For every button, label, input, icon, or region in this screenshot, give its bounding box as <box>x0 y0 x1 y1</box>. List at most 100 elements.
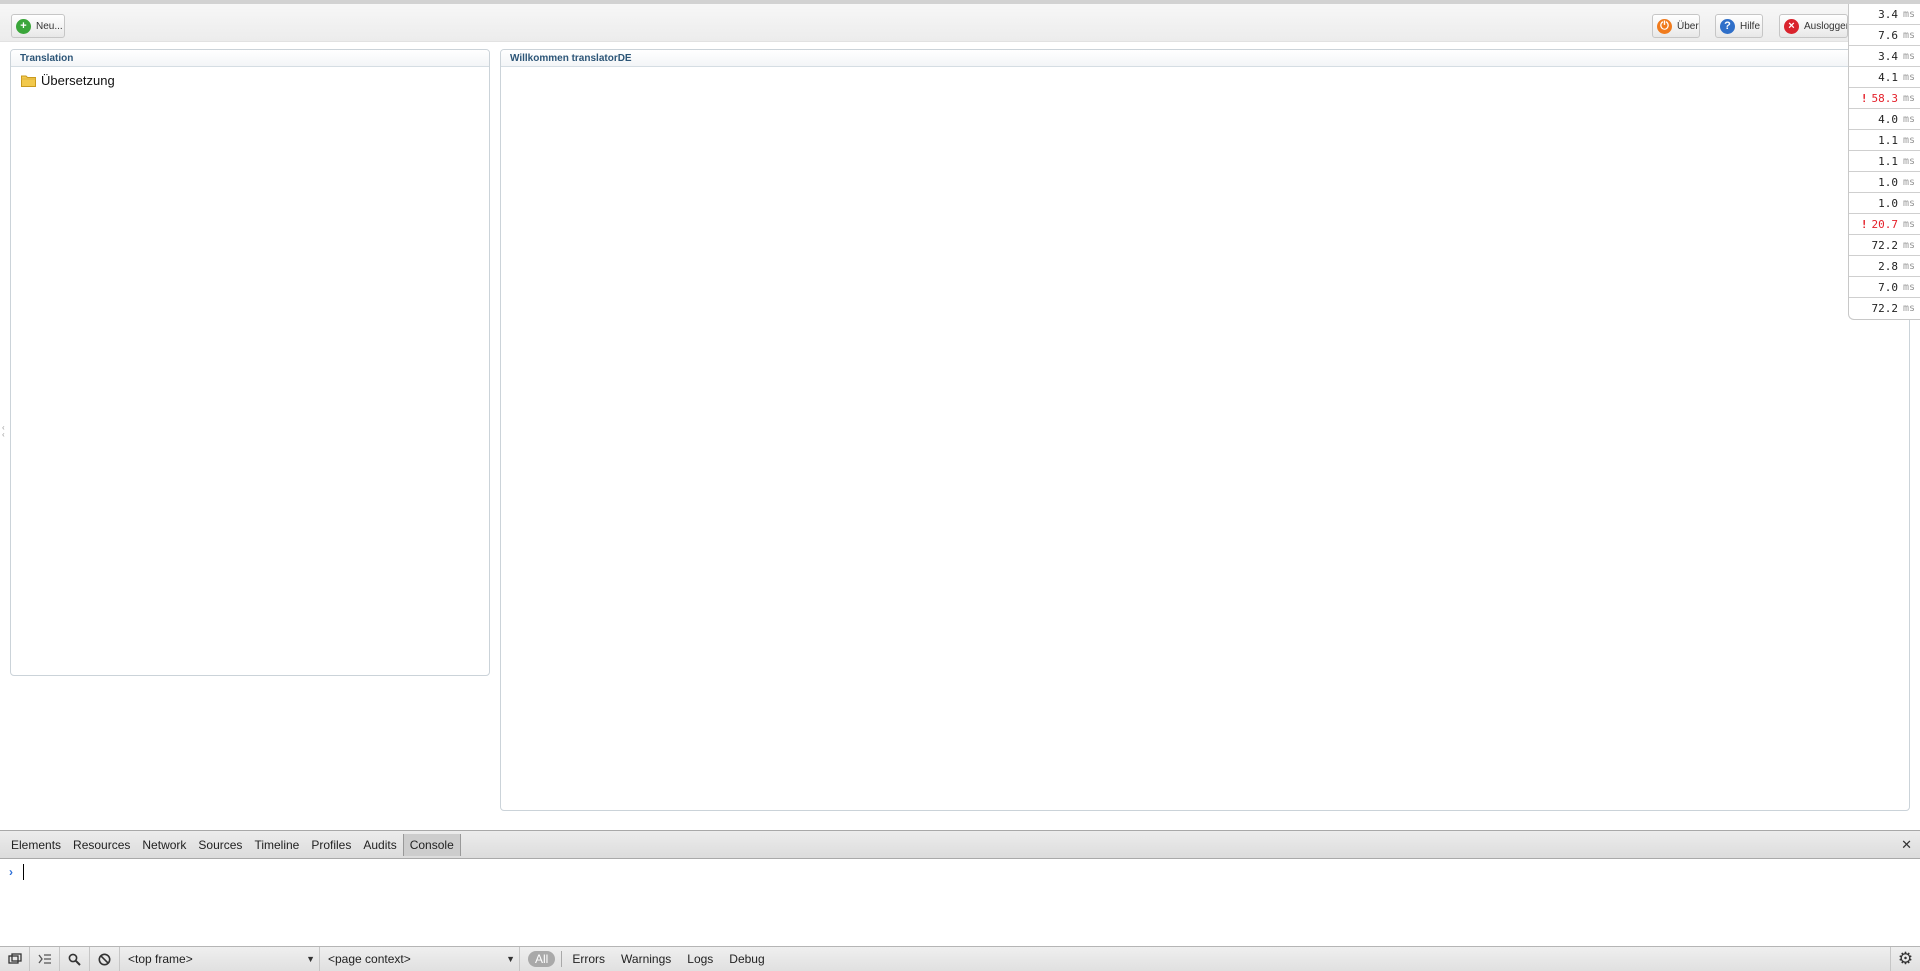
tab-timeline[interactable]: Timeline <box>248 834 305 856</box>
timing-unit: ms <box>1902 8 1915 20</box>
devtools-tab-bar: Elements Resources Network Sources Timeline P… <box>0 831 1920 859</box>
timing-overlay: 3.4 ms 7.6 ms 3.4 ms 4.1 ms! 58.3 ms 4.0 ms 1.1 ms 1.1… <box>1848 4 1920 320</box>
add-icon: + <box>16 18 31 34</box>
timing-value: 72.2 <box>1871 238 1898 252</box>
clear-console-icon[interactable] <box>90 947 120 971</box>
console-caret <box>23 864 24 880</box>
timing-unit: ms <box>1902 281 1915 293</box>
timing-value: 3.4 <box>1878 49 1898 63</box>
timing-value: 20.7 <box>1871 217 1898 231</box>
tab-console[interactable]: Console <box>402 833 461 856</box>
timing-row: 1.0 ms <box>1849 193 1920 214</box>
timing-row: ! 58.3 ms <box>1849 88 1920 109</box>
welcome-panel: Willkommen translatorDE <box>500 49 1910 811</box>
power-icon: ⏻ <box>1657 18 1672 34</box>
logout-button-label: Ausloggen <box>1804 20 1848 32</box>
folder-icon <box>21 74 36 87</box>
timing-value: 1.1 <box>1878 133 1898 147</box>
help-button-label: Hilfe <box>1740 20 1761 32</box>
translation-panel-title: Translation <box>11 50 489 67</box>
timing-value: 2.8 <box>1878 259 1898 273</box>
timing-value: 1.1 <box>1878 154 1898 168</box>
timing-value: 7.0 <box>1878 280 1898 294</box>
dropdown-arrow-icon: ▼ <box>306 954 315 964</box>
collapse-handle[interactable]: ‹ ‹ <box>2 424 10 439</box>
context-select[interactable]: <page context> ▼ <box>320 947 520 971</box>
filter-errors[interactable]: Errors <box>564 952 613 966</box>
timing-value: 4.1 <box>1878 70 1898 84</box>
show-drawer-icon[interactable] <box>30 947 60 971</box>
top-toolbar: + Neu... ⏻ Über ? Hilfe × Ausloggen <box>0 0 1920 42</box>
timing-value: 72.2 <box>1871 302 1898 315</box>
warning-mark: ! <box>1860 91 1868 105</box>
warning-mark: ! <box>1860 217 1868 231</box>
timing-unit: ms <box>1902 303 1915 314</box>
console-filters: All Errors Warnings Logs Debug <box>520 951 773 967</box>
tab-sources[interactable]: Sources <box>192 834 248 856</box>
app-window: + Neu... ⏻ Über ? Hilfe × Ausloggen ‹ ‹ T… <box>0 0 1920 830</box>
dock-icon[interactable] <box>0 947 30 971</box>
filter-all[interactable]: All <box>528 951 556 967</box>
welcome-panel-title: Willkommen translatorDE <box>501 50 1909 67</box>
tree-item-uebersetzung[interactable]: Übersetzung <box>21 73 115 88</box>
filter-divider <box>561 951 563 967</box>
timing-unit: ms <box>1902 134 1915 146</box>
timing-unit: ms <box>1902 260 1915 272</box>
help-button[interactable]: ? Hilfe <box>1715 14 1763 38</box>
filter-warnings[interactable]: Warnings <box>613 952 679 966</box>
devtools-status-bar: <top frame> ▼ <page context> ▼ All Errors… <box>0 946 1920 971</box>
new-button-label: Neu... <box>36 20 63 32</box>
logout-button[interactable]: × Ausloggen <box>1779 14 1848 38</box>
frame-select[interactable]: <top frame> ▼ <box>120 947 320 971</box>
tab-resources[interactable]: Resources <box>67 834 136 856</box>
timing-row: 4.0 ms <box>1849 109 1920 130</box>
timing-unit: ms <box>1902 239 1915 251</box>
timing-row: 2.8 ms <box>1849 256 1920 277</box>
timing-row: 7.6 ms <box>1849 25 1920 46</box>
timing-row: 3.4 ms <box>1849 4 1920 25</box>
timing-unit: ms <box>1902 92 1915 104</box>
close-icon[interactable]: ✕ <box>1901 837 1912 853</box>
timing-value: 4.0 <box>1878 112 1898 126</box>
about-button-label: Über <box>1677 20 1699 32</box>
timing-row: 72.2 ms <box>1849 235 1920 256</box>
help-icon: ? <box>1720 18 1735 34</box>
translation-panel: Translation Übersetzung <box>10 49 490 676</box>
timing-unit: ms <box>1902 113 1915 125</box>
timing-row: 1.0 ms <box>1849 172 1920 193</box>
timing-value: 58.3 <box>1871 91 1898 105</box>
timing-unit: ms <box>1902 176 1915 188</box>
timing-row: 3.4 ms <box>1849 46 1920 67</box>
timing-row: 72.2 ms <box>1849 298 1920 319</box>
timing-row: ! 20.7 ms <box>1849 214 1920 235</box>
timing-row: 1.1 ms <box>1849 151 1920 172</box>
tab-audits[interactable]: Audits <box>357 834 402 856</box>
timing-unit: ms <box>1902 71 1915 83</box>
close-circle-icon: × <box>1784 18 1799 34</box>
new-button[interactable]: + Neu... <box>11 14 65 38</box>
filter-debug[interactable]: Debug <box>721 952 772 966</box>
gear-icon[interactable]: ⚙ <box>1890 947 1920 971</box>
timing-value: 1.0 <box>1878 196 1898 210</box>
timing-unit: ms <box>1902 155 1915 167</box>
frame-select-value: <top frame> <box>128 952 193 966</box>
console-prompt-icon: › <box>9 865 13 879</box>
dropdown-arrow-icon: ▼ <box>506 954 515 964</box>
context-select-value: <page context> <box>328 952 411 966</box>
timing-value: 7.6 <box>1878 28 1898 42</box>
filter-logs[interactable]: Logs <box>679 952 721 966</box>
tab-profiles[interactable]: Profiles <box>305 834 357 856</box>
tab-elements[interactable]: Elements <box>5 834 67 856</box>
timing-row: 4.1 ms <box>1849 67 1920 88</box>
tree-item-label: Übersetzung <box>41 73 115 88</box>
timing-unit: ms <box>1902 29 1915 41</box>
about-button[interactable]: ⏻ Über <box>1652 14 1700 38</box>
timing-value: 1.0 <box>1878 175 1898 189</box>
timing-row: 7.0 ms <box>1849 277 1920 298</box>
timing-row: 1.1 ms <box>1849 130 1920 151</box>
timing-unit: ms <box>1902 218 1915 230</box>
search-icon[interactable] <box>60 947 90 971</box>
devtools-panel: Elements Resources Network Sources Timeline P… <box>0 830 1920 971</box>
tab-network[interactable]: Network <box>136 834 192 856</box>
console-area[interactable]: › <box>0 860 1920 946</box>
